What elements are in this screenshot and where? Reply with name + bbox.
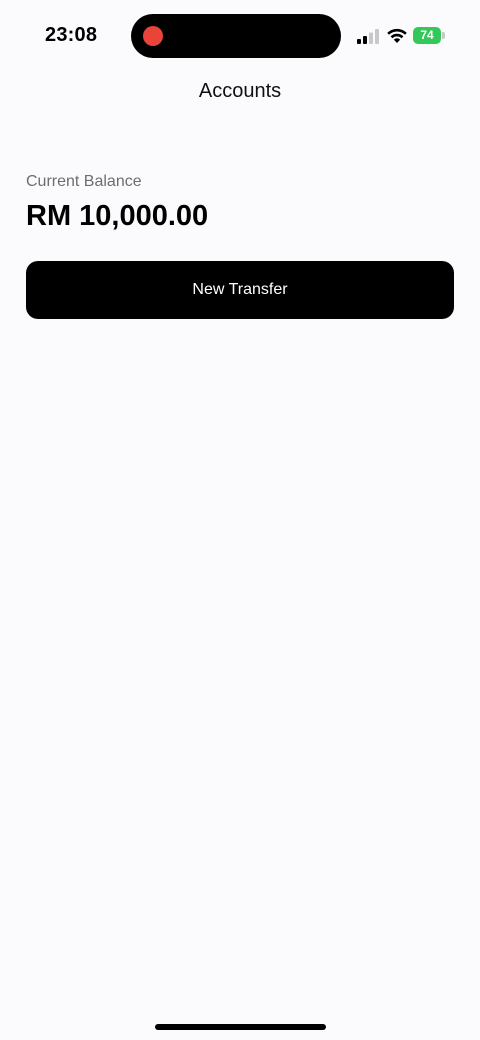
balance-value: RM 10,000.00: [26, 200, 209, 232]
page-title: Accounts: [198, 80, 282, 102]
new-transfer-button[interactable]: New Transfer: [26, 261, 454, 319]
battery-icon: 74: [413, 27, 445, 44]
status-time: 23:08: [45, 24, 98, 46]
wifi-icon: [387, 28, 407, 43]
accounts-screen: 23:08 74 Accounts Current Balance RM 10,…: [0, 0, 480, 1040]
balance-label: Current Balance: [26, 173, 142, 190]
battery-cap: [442, 32, 445, 39]
dynamic-island: [131, 14, 341, 58]
signal-icon: [357, 29, 379, 44]
recording-indicator-icon: [143, 26, 163, 46]
home-indicator[interactable]: [155, 1024, 326, 1030]
battery-level: 74: [413, 27, 441, 44]
status-bar: 23:08 74: [0, 0, 480, 72]
